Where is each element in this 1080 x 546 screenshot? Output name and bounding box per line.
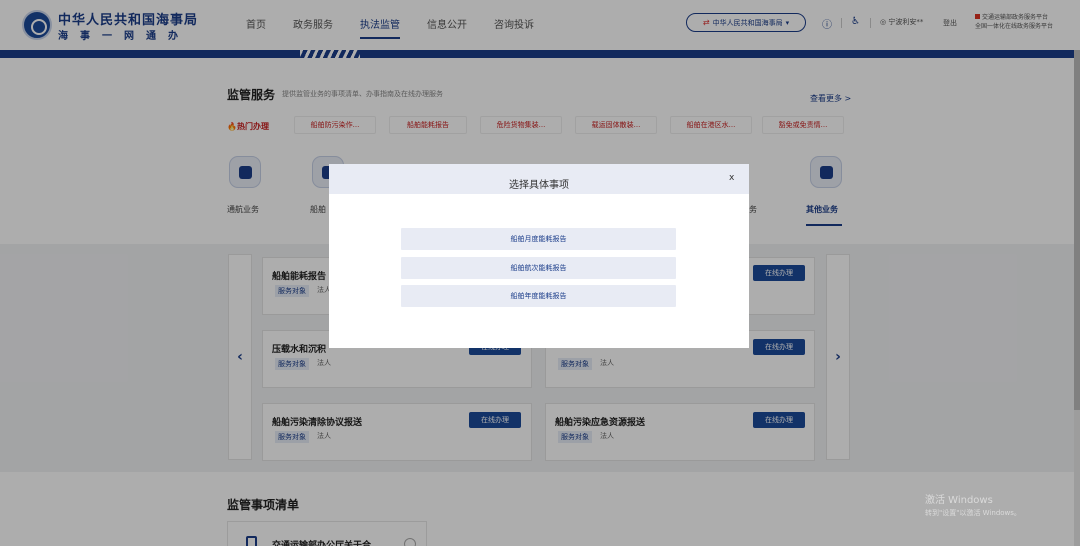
option-annual-report[interactable]: 船舶年度能耗报告 [401,285,676,307]
close-icon[interactable]: x [729,173,734,183]
option-monthly-report[interactable]: 船舶月度能耗报告 [401,228,676,250]
windows-activation-watermark: 激活 Windows 转到"设置"以激活 Windows。 [925,495,1021,517]
select-item-dialog: 选择具体事项 x 船舶月度能耗报告 船舶航次能耗报告 船舶年度能耗报告 [329,164,749,348]
option-voyage-report[interactable]: 船舶航次能耗报告 [401,257,676,279]
dialog-title: 选择具体事项 [509,180,569,191]
